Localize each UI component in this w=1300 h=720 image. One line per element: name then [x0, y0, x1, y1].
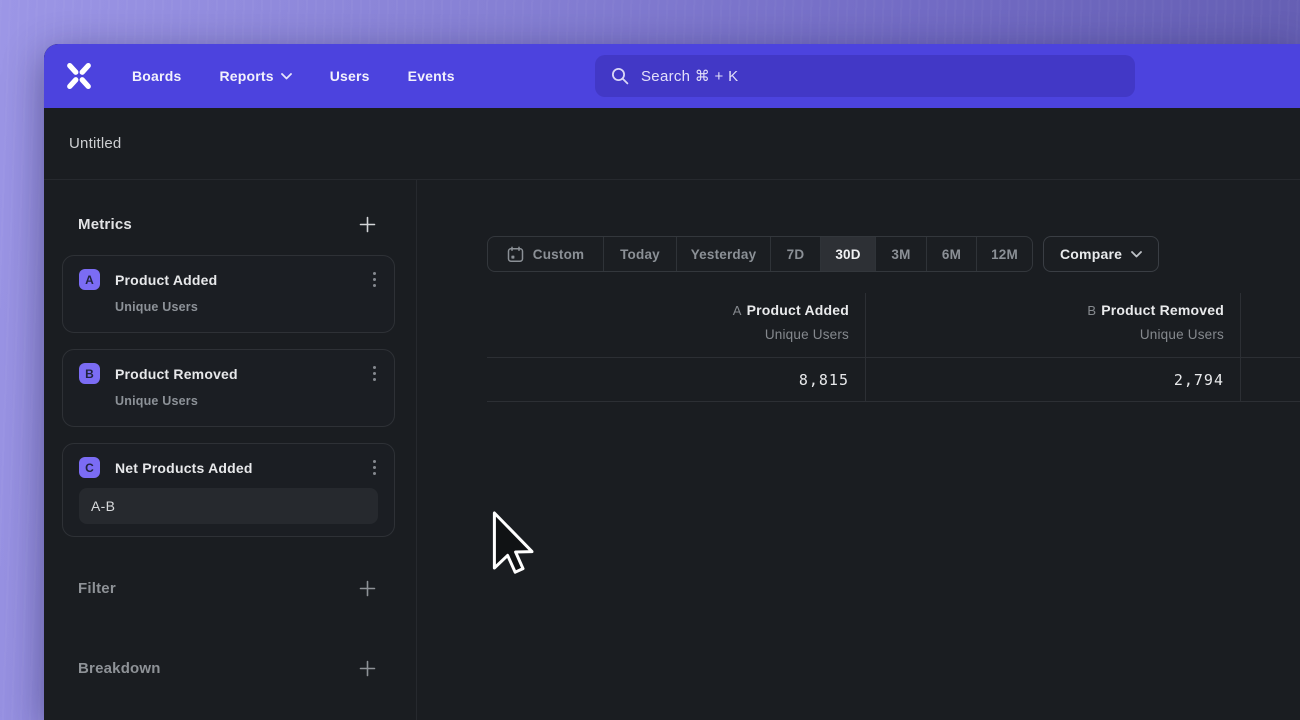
- range-label: 3M: [891, 247, 910, 262]
- kebab-menu-icon[interactable]: [369, 364, 380, 383]
- nav-item-reports[interactable]: Reports: [219, 68, 291, 84]
- report-title[interactable]: Untitled: [69, 135, 121, 152]
- report-main: Custom Today Yesterday 7D 30D 3M 6M 12M …: [417, 180, 1300, 720]
- range-label: 30D: [835, 247, 860, 262]
- calendar-icon: [507, 246, 524, 263]
- column-metric: Unique Users: [866, 324, 1224, 345]
- range-yesterday[interactable]: Yesterday: [676, 237, 770, 271]
- range-3m[interactable]: 3M: [875, 237, 926, 271]
- chevron-down-icon: [281, 73, 292, 80]
- range-12m[interactable]: 12M: [976, 237, 1032, 271]
- nav-item-boards[interactable]: Boards: [132, 68, 181, 84]
- column-metric: Unique Users: [487, 324, 849, 345]
- nav-item-label: Boards: [132, 68, 181, 84]
- nav-items: Boards Reports Users Events: [132, 68, 455, 84]
- metric-card-head: B Product Removed: [63, 350, 394, 384]
- nav-item-label: Users: [330, 68, 370, 84]
- nav-item-events[interactable]: Events: [408, 68, 455, 84]
- column-header-b[interactable]: B Product Removed Unique Users: [865, 293, 1240, 357]
- metric-card-head: C Net Products Added: [63, 444, 394, 478]
- kebab-menu-icon[interactable]: [369, 458, 380, 477]
- metric-name: Product Removed: [115, 366, 369, 382]
- add-metric-button[interactable]: [358, 215, 376, 233]
- range-today[interactable]: Today: [603, 237, 676, 271]
- kebab-menu-icon[interactable]: [369, 270, 380, 289]
- column-header-a[interactable]: A Product Added Unique Users: [487, 293, 865, 357]
- metric-badge-a: A: [79, 269, 100, 290]
- metric-badge-c: C: [79, 457, 100, 478]
- metric-aggregation[interactable]: Unique Users: [63, 384, 394, 408]
- range-custom[interactable]: Custom: [488, 237, 603, 271]
- filter-label: Filter: [78, 580, 116, 597]
- nav-item-label: Reports: [219, 68, 273, 84]
- results-table: A Product Added Unique Users B Product Rem…: [487, 293, 1300, 402]
- report-header: Untitled: [44, 108, 1300, 180]
- filter-section-header: Filter: [78, 576, 376, 600]
- results-value-row: 8,815 2,794: [487, 357, 1300, 402]
- formula-input[interactable]: A-B: [79, 488, 378, 524]
- metric-aggregation[interactable]: Unique Users: [63, 290, 394, 314]
- search-input[interactable]: Search ⌘ + K: [595, 55, 1135, 97]
- metric-card-a[interactable]: A Product Added Unique Users: [62, 255, 395, 333]
- metrics-label: Metrics: [78, 216, 132, 233]
- breakdown-label: Breakdown: [78, 660, 161, 677]
- column-name: Product Added: [747, 302, 849, 318]
- compare-label: Compare: [1060, 246, 1122, 262]
- range-6m[interactable]: 6M: [926, 237, 976, 271]
- metric-card-b[interactable]: B Product Removed Unique Users: [62, 349, 395, 427]
- value-cell-b[interactable]: 2,794: [865, 357, 1240, 402]
- add-filter-button[interactable]: [358, 579, 376, 597]
- content-area: Metrics A Product Added Unique Users B P…: [44, 180, 1300, 720]
- breakdown-section-header: Breakdown: [78, 656, 376, 680]
- range-label: Yesterday: [691, 247, 757, 262]
- range-7d[interactable]: 7D: [770, 237, 820, 271]
- range-30d[interactable]: 30D: [820, 237, 875, 271]
- column-prefix: A: [733, 303, 742, 318]
- range-label: Today: [620, 247, 660, 262]
- metric-card-head: A Product Added: [63, 256, 394, 290]
- metric-badge-b: B: [79, 363, 100, 384]
- metric-name: Net Products Added: [115, 460, 369, 476]
- nav-item-label: Events: [408, 68, 455, 84]
- results-header-row: A Product Added Unique Users B Product Rem…: [487, 293, 1300, 357]
- nav-item-users[interactable]: Users: [330, 68, 370, 84]
- date-toolbar: Custom Today Yesterday 7D 30D 3M 6M 12M …: [487, 236, 1159, 272]
- metric-name: Product Added: [115, 272, 369, 288]
- compare-button[interactable]: Compare: [1043, 236, 1159, 272]
- add-breakdown-button[interactable]: [358, 659, 376, 677]
- metrics-section-header: Metrics: [78, 212, 376, 236]
- query-sidebar: Metrics A Product Added Unique Users B P…: [44, 180, 417, 720]
- date-range-segmented-control: Custom Today Yesterday 7D 30D 3M 6M 12M: [487, 236, 1033, 272]
- range-label: Custom: [533, 247, 584, 262]
- search-placeholder: Search ⌘ + K: [641, 67, 738, 85]
- metric-card-c[interactable]: C Net Products Added A-B: [62, 443, 395, 537]
- app-window: Boards Reports Users Events Search ⌘ +: [44, 44, 1300, 720]
- mixpanel-logo-icon[interactable]: [62, 59, 96, 93]
- search-icon: [611, 67, 629, 85]
- column-header-spacer: [1240, 293, 1300, 357]
- range-label: 7D: [787, 247, 805, 262]
- column-name: Product Removed: [1101, 302, 1224, 318]
- range-label: 6M: [942, 247, 961, 262]
- column-prefix: B: [1087, 303, 1096, 318]
- range-label: 12M: [991, 247, 1018, 262]
- value-cell-a[interactable]: 8,815: [487, 357, 865, 402]
- value-cell-spacer: [1240, 357, 1300, 402]
- top-nav-bar: Boards Reports Users Events Search ⌘ +: [44, 44, 1300, 108]
